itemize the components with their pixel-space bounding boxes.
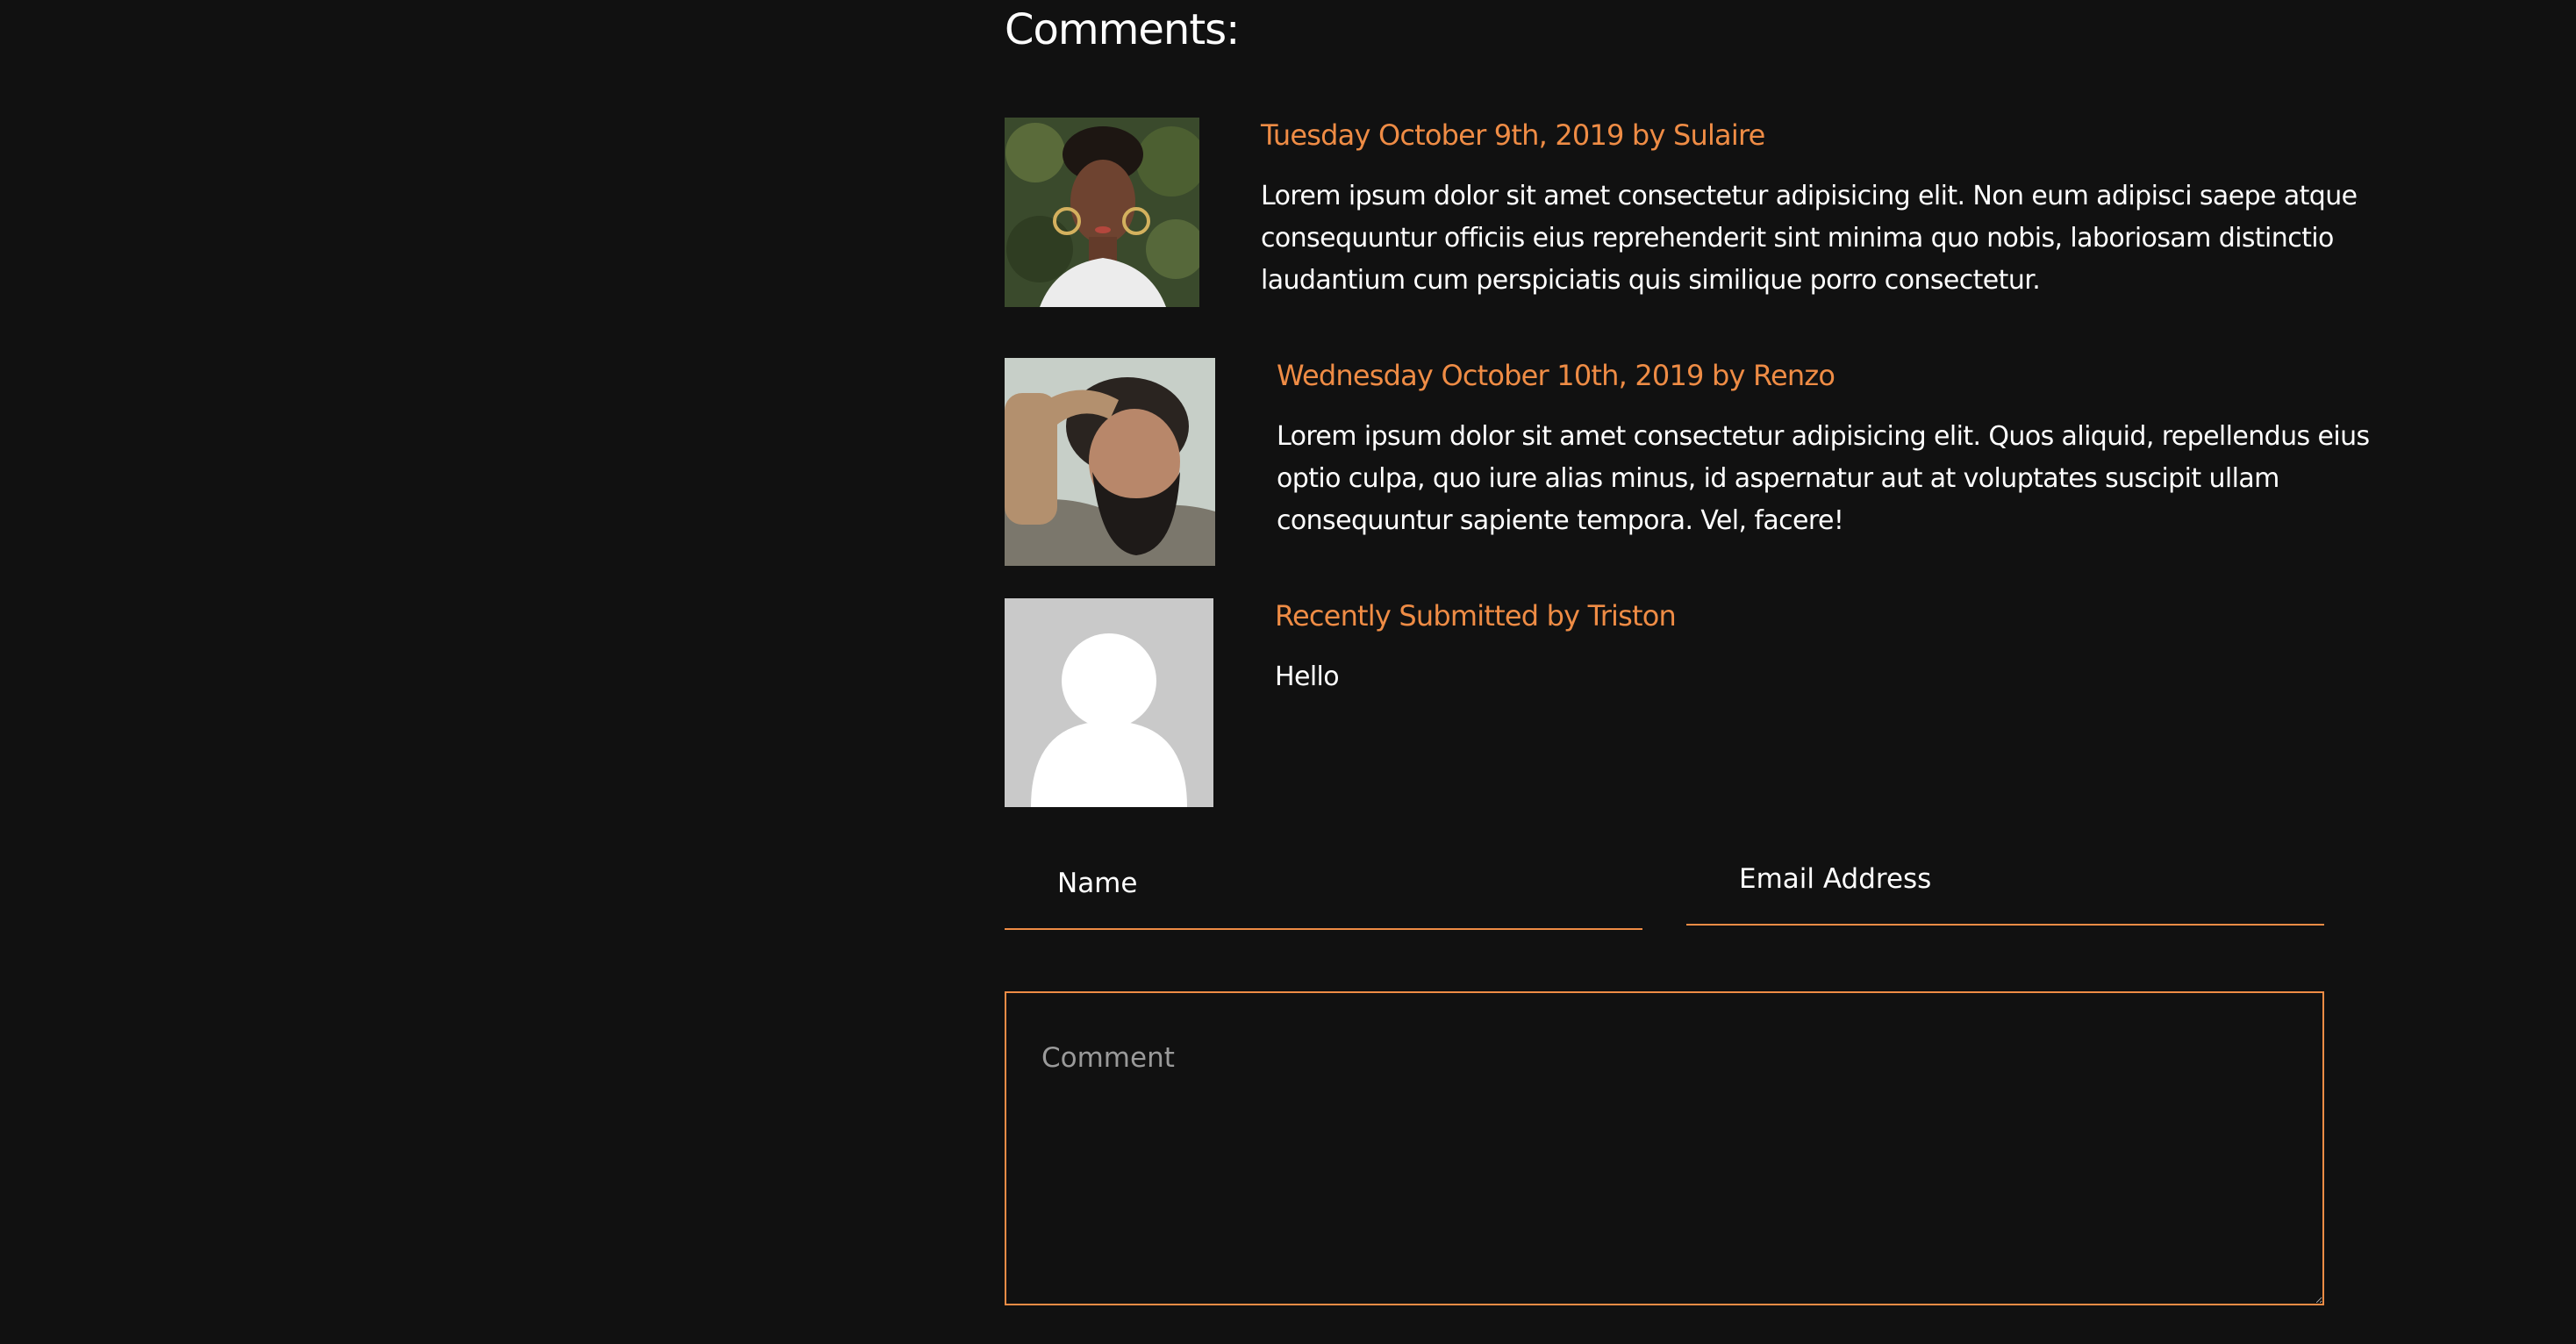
avatar bbox=[1005, 118, 1199, 307]
comment-meta: Tuesday October 9th, 2019 by Sulaire bbox=[1261, 118, 1765, 152]
comments-title: Comments: bbox=[1005, 5, 1240, 54]
user-photo-icon bbox=[1005, 358, 1215, 566]
comment-meta: Wednesday October 10th, 2019 by Renzo bbox=[1277, 359, 1835, 392]
user-photo-icon bbox=[1005, 118, 1199, 307]
comment-item: Recently Submitted by Triston Hello bbox=[1005, 598, 2328, 807]
avatar bbox=[1005, 358, 1215, 566]
comment-text: Hello bbox=[1275, 661, 1340, 692]
email-field-wrapper bbox=[1686, 834, 2324, 926]
comment-text: Lorem ipsum dolor sit amet consectetur a… bbox=[1277, 421, 2370, 536]
name-field-wrapper bbox=[1005, 839, 1642, 930]
comment-text: Lorem ipsum dolor sit amet consectetur a… bbox=[1261, 181, 2358, 296]
comment-item: Wednesday October 10th, 2019 by Renzo Lo… bbox=[1005, 358, 2382, 566]
comment-item: Tuesday October 9th, 2019 by Sulaire Lor… bbox=[1005, 118, 2393, 307]
name-input[interactable] bbox=[1005, 839, 1642, 928]
default-avatar-icon bbox=[1005, 598, 1213, 807]
comment-textarea[interactable] bbox=[1005, 991, 2324, 1305]
email-input[interactable] bbox=[1686, 834, 2324, 924]
comment-meta: Recently Submitted by Triston bbox=[1275, 599, 1677, 633]
comments-page: Comments: Tuesday October 9th, 2019 by S… bbox=[0, 0, 2576, 1344]
avatar bbox=[1005, 598, 1213, 807]
